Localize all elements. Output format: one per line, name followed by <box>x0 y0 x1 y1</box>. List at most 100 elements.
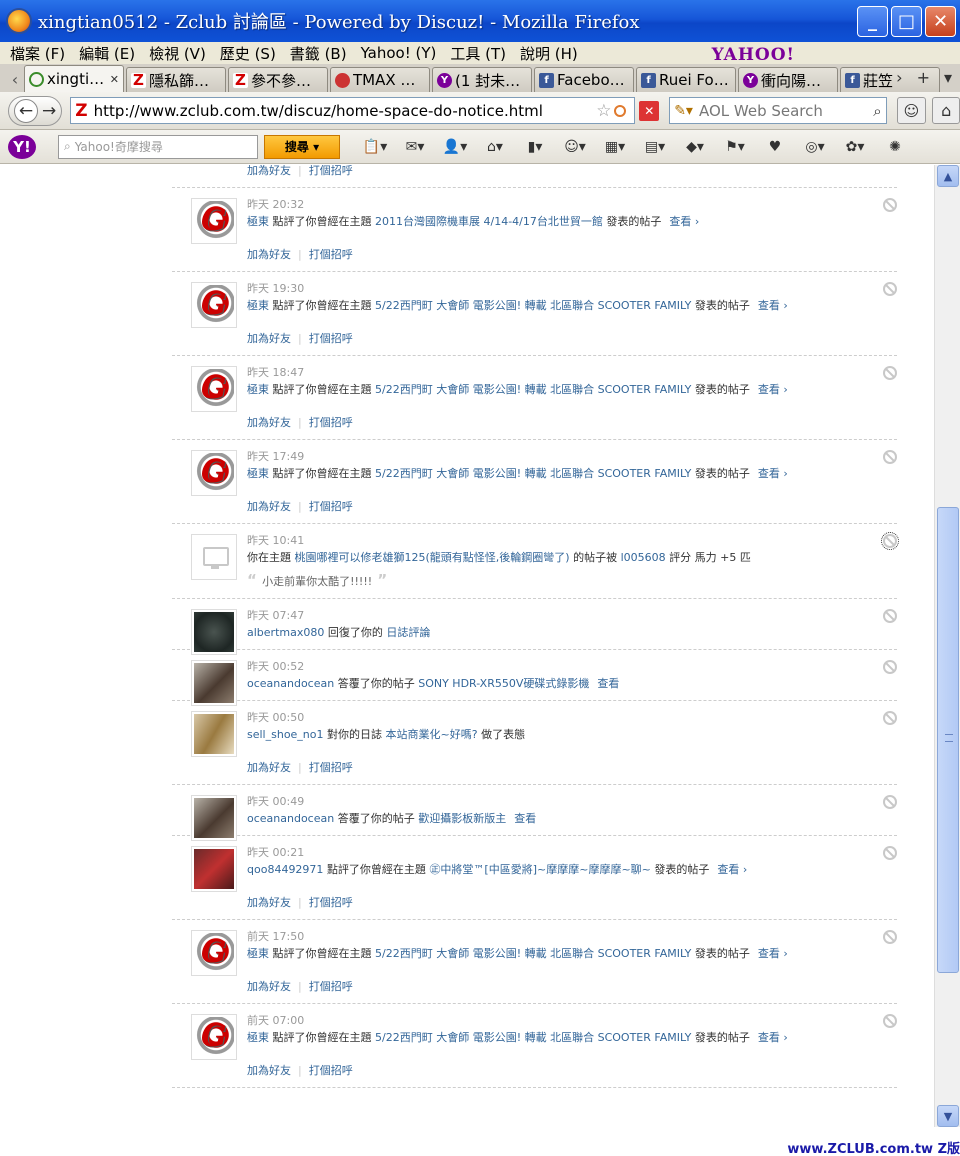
thread-link[interactable]: 2011台灣國際機車展 4/14-4/17台北世貿一館 <box>375 215 603 228</box>
add-friend-link[interactable]: 加為好友 <box>247 1064 291 1077</box>
greet-link[interactable]: 打個招呼 <box>309 761 353 774</box>
tab-7[interactable]: Y 衝向陽… <box>738 67 838 92</box>
ignore-icon[interactable] <box>883 198 897 212</box>
user-icon[interactable]: 👤▾ <box>440 139 470 155</box>
url-text[interactable]: http://www.zclub.com.tw/discuz/home-spac… <box>94 102 597 120</box>
user-link[interactable]: sell_shoe_no1 <box>247 728 324 741</box>
avatar[interactable] <box>191 450 237 496</box>
menu-item-7[interactable]: 說明 (H) <box>520 43 578 64</box>
tab-0[interactable]: xingti… ✕ <box>24 65 124 92</box>
reload-icon[interactable] <box>614 104 627 117</box>
calendar-icon[interactable]: ▤▾ <box>640 139 670 155</box>
thread-link[interactable]: 5/22西門町 大會師 電影公園! 轉載 北區聯合 SCOOTER FAMILY <box>375 299 691 312</box>
add-friend-link[interactable]: 加為好友 <box>247 500 291 513</box>
user-link[interactable]: 極東 <box>247 383 269 396</box>
back-arrow-icon[interactable]: ← <box>14 98 38 123</box>
greet-link[interactable]: 打個招呼 <box>309 500 353 513</box>
close-tab-icon[interactable]: ✕ <box>110 73 119 86</box>
user-link[interactable]: oceanandocean <box>247 812 334 825</box>
rater-link[interactable]: l005608 <box>621 551 666 564</box>
addon-face-icon[interactable]: ☺ <box>896 97 927 124</box>
menu-item-2[interactable]: 檢視 (V) <box>149 43 206 64</box>
view-link[interactable]: 查看 › <box>669 215 699 228</box>
ignore-icon[interactable] <box>883 930 897 944</box>
close-window-button[interactable]: ✕ <box>925 6 956 37</box>
ignore-icon[interactable] <box>883 795 897 809</box>
add-friend-link[interactable]: 加為好友 <box>247 896 291 909</box>
tab-2[interactable]: Z 參不參… <box>228 67 328 92</box>
scroll-up-icon[interactable]: ▲ <box>937 165 959 187</box>
greet-link[interactable]: 打個招呼 <box>309 980 353 993</box>
ignore-icon[interactable] <box>883 660 897 674</box>
avatar[interactable] <box>191 846 237 892</box>
greet-link[interactable]: 打個招呼 <box>309 165 353 177</box>
user-link[interactable]: 極東 <box>247 947 269 960</box>
user-link[interactable]: 極東 <box>247 467 269 480</box>
vertical-scrollbar[interactable]: ▲ ▼ <box>934 165 960 1127</box>
home-icon[interactable]: ⌂ <box>932 97 960 124</box>
tab-1[interactable]: Z 隱私篩… <box>126 67 226 92</box>
search-icon[interactable]: ⌕ <box>873 102 881 120</box>
forward-arrow-icon[interactable]: → <box>42 101 56 121</box>
avatar[interactable] <box>191 795 237 841</box>
view-link[interactable]: 查看 › <box>758 383 788 396</box>
add-friend-link[interactable]: 加為好友 <box>247 165 291 177</box>
view-link[interactable]: 查看 › <box>758 947 788 960</box>
smiley-icon[interactable]: ☺▾ <box>560 139 590 155</box>
view-link[interactable]: 查看 <box>597 677 619 690</box>
new-tab-icon[interactable]: + <box>917 68 930 87</box>
avatar[interactable] <box>191 1014 237 1060</box>
menu-item-6[interactable]: 工具 (T) <box>450 43 506 64</box>
yahoo-search-input[interactable]: ⌕ Yahoo!奇摩搜尋 <box>58 134 258 159</box>
user-link[interactable]: albertmax080 <box>247 626 324 639</box>
stop-icon[interactable]: ✕ <box>639 100 660 121</box>
tab-4[interactable]: Y (1 封未… <box>432 67 532 92</box>
user-link[interactable]: 極東 <box>247 1031 269 1044</box>
yahoo-y-icon[interactable]: Y! <box>8 134 36 159</box>
avatar[interactable] <box>191 534 237 580</box>
web-search-placeholder[interactable]: AOL Web Search <box>699 102 873 120</box>
avatar[interactable] <box>191 930 237 976</box>
add-friend-link[interactable]: 加為好友 <box>247 761 291 774</box>
sign-icon[interactable]: ⚑▾ <box>720 139 750 155</box>
view-link[interactable]: 查看 › <box>758 1031 788 1044</box>
avatar[interactable] <box>191 660 237 706</box>
menu-item-4[interactable]: 書籤 (B) <box>290 43 347 64</box>
settings-icon[interactable]: ✺ <box>880 139 910 155</box>
thread-link[interactable]: 日誌評論 <box>386 626 430 639</box>
ignore-icon[interactable] <box>883 366 897 380</box>
thread-link[interactable]: 5/22西門町 大會師 電影公園! 轉載 北區聯合 SCOOTER FAMILY <box>375 1031 691 1044</box>
shopping-icon[interactable]: ◆▾ <box>680 139 710 155</box>
minimize-button[interactable]: _ <box>857 6 888 37</box>
ignore-icon[interactable] <box>883 450 897 464</box>
thread-link[interactable]: 本站商業化~好嗎? <box>386 728 478 741</box>
menu-item-0[interactable]: 檔案 (F) <box>10 43 65 64</box>
ignore-icon[interactable] <box>883 846 897 860</box>
house-icon[interactable]: ⌂▾ <box>480 139 510 155</box>
bookmark-icon[interactable]: ▮▾ <box>520 139 550 155</box>
view-link[interactable]: 查看 <box>514 812 536 825</box>
maximize-button[interactable]: □ <box>891 6 922 37</box>
ignore-icon[interactable] <box>881 532 899 550</box>
menu-item-5[interactable]: Yahoo! (Y) <box>361 44 437 62</box>
tab-6[interactable]: f Ruei Fo… <box>636 67 736 92</box>
user-link[interactable]: 極東 <box>247 299 269 312</box>
greet-link[interactable]: 打個招呼 <box>309 332 353 345</box>
menu-item-1[interactable]: 編輯 (E) <box>79 43 135 64</box>
ignore-icon[interactable] <box>883 609 897 623</box>
view-link[interactable]: 查看 › <box>717 863 747 876</box>
greet-link[interactable]: 打個招呼 <box>309 416 353 429</box>
ignore-icon[interactable] <box>883 711 897 725</box>
thread-link[interactable]: 桃園哪裡可以修老雄獅125(龍頭有點怪怪,後輪鋼圈彎了) <box>295 551 570 564</box>
view-link[interactable]: 查看 › <box>758 299 788 312</box>
thread-link[interactable]: ㊣中將堂™[中區愛將]~摩摩摩~摩摩摩~聊~ <box>429 863 650 876</box>
tab-scroll-left-icon[interactable]: ‹ <box>6 66 24 92</box>
url-bar[interactable]: Z http://www.zclub.com.tw/discuz/home-sp… <box>70 97 636 124</box>
puzzle-icon[interactable]: ✿▾ <box>840 139 870 155</box>
ignore-icon[interactable] <box>883 1014 897 1028</box>
avatar[interactable] <box>191 711 237 757</box>
add-friend-link[interactable]: 加為好友 <box>247 332 291 345</box>
mail-icon[interactable]: ✉▾ <box>400 139 430 155</box>
avatar[interactable] <box>191 198 237 244</box>
clipboard-icon[interactable]: 📋▾ <box>360 139 390 155</box>
